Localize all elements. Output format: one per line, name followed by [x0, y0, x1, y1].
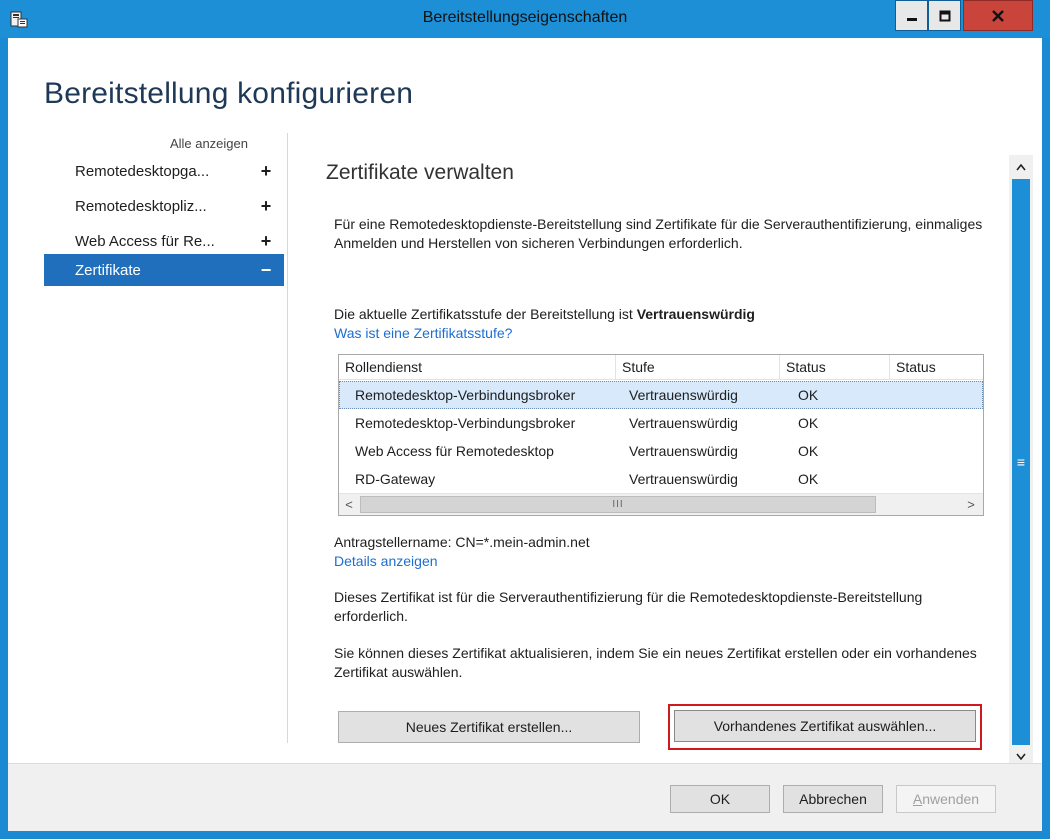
scroll-up-button[interactable] [1009, 157, 1033, 177]
new-certificate-button[interactable]: Neues Zertifikat erstellen... [338, 711, 640, 743]
page-title: Bereitstellung konfigurieren [44, 77, 414, 110]
title-bar[interactable]: Bereitstellungseigenschaften [0, 0, 1050, 38]
cell-level: Vertrauenswürdig [629, 443, 738, 459]
maximize-button[interactable] [928, 0, 961, 31]
role-services-table[interactable]: Rollendienst Stufe Status Status Remoted… [338, 354, 984, 516]
table-row[interactable]: RD-Gateway Vertrauenswürdig OK [339, 465, 983, 493]
vertical-scrollbar[interactable]: ≡ [1009, 155, 1033, 769]
minimize-button[interactable] [895, 0, 928, 31]
close-button[interactable] [963, 0, 1033, 31]
dialog-window: Bereitstellungseigenschaften Bereitstell… [0, 0, 1050, 839]
ok-button[interactable]: OK [670, 785, 770, 813]
maximize-icon [939, 10, 950, 21]
horizontal-scrollbar[interactable]: < III > [339, 493, 983, 515]
section-title: Zertifikate verwalten [326, 161, 514, 184]
cell-role: Remotedesktop-Verbindungsbroker [355, 387, 576, 403]
column-header-status[interactable]: Status [780, 355, 890, 379]
table-row[interactable]: Remotedesktop-Verbindungsbroker Vertraue… [339, 381, 983, 409]
expand-icon: + [260, 160, 272, 181]
cell-level: Vertrauenswürdig [629, 387, 738, 403]
minimize-icon [906, 17, 917, 21]
column-header-level[interactable]: Stufe [616, 355, 780, 379]
window-title: Bereitstellungseigenschaften [422, 9, 628, 26]
table-row[interactable]: Web Access für Remotedesktop Vertrauensw… [339, 437, 983, 465]
grip-icon: ≡ [1016, 454, 1026, 470]
select-existing-certificate-button[interactable]: Vorhandenes Zertifikat auswählen... [674, 710, 976, 742]
chevron-up-icon [1016, 163, 1026, 171]
cell-status: OK [798, 387, 819, 403]
scroll-left-button[interactable]: < [339, 494, 359, 515]
cert-level-prefix: Die aktuelle Zertifikatsstufe der Bereit… [334, 306, 637, 322]
nav-item-web-access[interactable]: Web Access für Re... + [44, 225, 284, 257]
cell-level: Vertrauenswürdig [629, 471, 738, 487]
scroll-thumb[interactable]: ≡ [1012, 179, 1030, 745]
intro-text: Für eine Remotedesktopdienste-Bereitstel… [334, 216, 983, 251]
scroll-thumb[interactable]: III [360, 496, 876, 513]
column-header-status-2[interactable]: Status [890, 355, 983, 379]
cert-level-value: Vertrauenswürdig [636, 306, 755, 322]
expand-icon: + [260, 230, 272, 251]
cell-role: Remotedesktop-Verbindungsbroker [355, 415, 576, 431]
column-header-role[interactable]: Rollendienst [339, 355, 616, 379]
close-icon [992, 9, 1004, 22]
nav-item-label: Web Access für Re... [75, 232, 215, 250]
scroll-right-button[interactable]: > [961, 494, 981, 515]
chevron-down-icon [1016, 753, 1026, 761]
update-hint-text: Sie können dieses Zertifikat aktualisier… [334, 645, 977, 680]
expand-icon: + [260, 195, 272, 216]
table-row[interactable]: Remotedesktop-Verbindungsbroker Vertraue… [339, 409, 983, 437]
apply-mnemonic: A [912, 791, 923, 807]
nav-item-label: Remotedesktopliz... [75, 197, 207, 215]
cell-role: RD-Gateway [355, 471, 436, 487]
cancel-button[interactable]: Abbrechen [783, 785, 883, 813]
cell-role: Web Access für Remotedesktop [355, 443, 554, 459]
cell-status: OK [798, 415, 819, 431]
nav-item-label: Zertifikate [75, 261, 141, 279]
cell-status: OK [798, 443, 819, 459]
subject-name-text: Antragstellername: CN=*.mein-admin.net [334, 534, 590, 550]
table-header: Rollendienst Stufe Status Status [339, 355, 983, 380]
nav-item-rd-gateway[interactable]: Remotedesktopga... + [44, 155, 284, 187]
apply-label: nwenden [922, 791, 980, 807]
dialog-footer: OK Abbrechen Anwenden [8, 763, 1042, 831]
show-all-link[interactable]: Alle anzeigen [8, 136, 248, 151]
cert-level-text: Die aktuelle Zertifikatsstufe der Bereit… [334, 305, 984, 324]
cell-level: Vertrauenswürdig [629, 415, 738, 431]
details-link[interactable]: Details anzeigen [334, 552, 984, 571]
apply-button[interactable]: Anwenden [896, 785, 996, 813]
cert-required-text: Dieses Zertifikat ist für die Serverauth… [334, 589, 923, 624]
cell-status: OK [798, 471, 819, 487]
nav-divider [287, 133, 288, 743]
nav-item-certificates[interactable]: Zertifikate − [44, 254, 284, 286]
nav-item-label: Remotedesktopga... [75, 162, 210, 180]
cert-level-help-link[interactable]: Was ist eine Zertifikatsstufe? [334, 324, 984, 343]
collapse-icon: − [260, 259, 272, 280]
nav-item-rd-licensing[interactable]: Remotedesktopliz... + [44, 190, 284, 222]
dialog-content: Bereitstellung konfigurieren Alle anzeig… [8, 38, 1042, 831]
